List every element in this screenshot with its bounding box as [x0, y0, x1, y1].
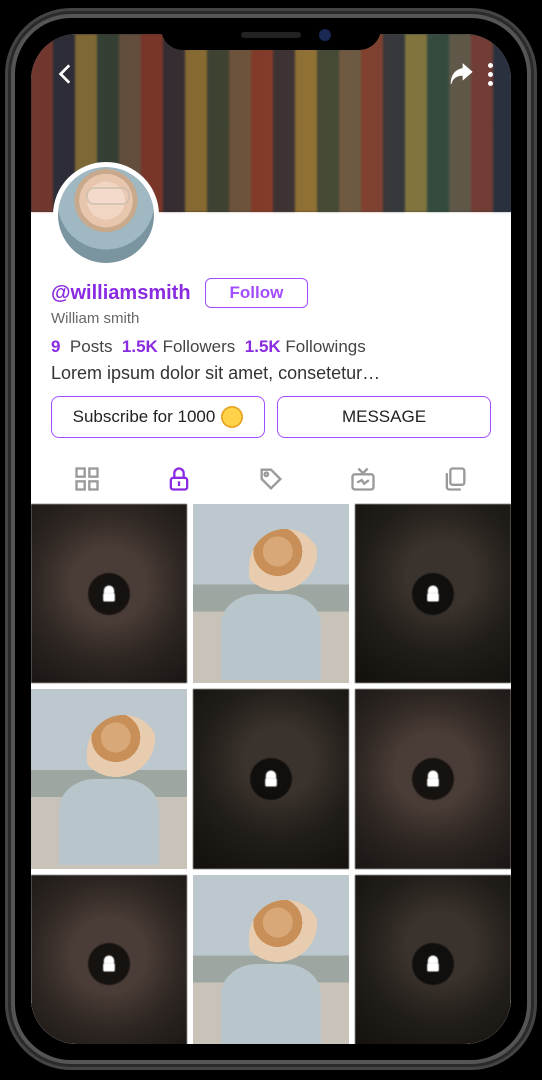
- lock-badge-icon: [412, 573, 454, 615]
- grid-locked-item[interactable]: [355, 689, 511, 868]
- subscribe-label: Subscribe for 1000: [73, 407, 216, 427]
- lock-badge-icon: [88, 943, 130, 985]
- grid-locked-item[interactable]: [193, 689, 349, 868]
- content-grid: [31, 504, 511, 1044]
- back-button[interactable]: [49, 57, 83, 91]
- followings-count: 1.5K: [245, 337, 281, 356]
- grid-photo[interactable]: [193, 504, 349, 683]
- subscribe-button[interactable]: Subscribe for 1000: [51, 396, 265, 438]
- grid-locked-item[interactable]: [31, 504, 187, 683]
- lock-badge-icon: [250, 758, 292, 800]
- profile-handle: @williamsmith: [51, 282, 191, 305]
- tab-tv[interactable]: [348, 464, 378, 494]
- follow-button[interactable]: Follow: [205, 278, 309, 308]
- posts-label: Posts: [70, 337, 113, 356]
- tab-grid[interactable]: [72, 464, 102, 494]
- message-label: MESSAGE: [342, 407, 426, 427]
- copy-icon: [441, 465, 469, 493]
- app-screen: @williamsmith Follow William smith 9 Pos…: [31, 34, 511, 1044]
- share-button[interactable]: [444, 57, 478, 91]
- grid-locked-item[interactable]: [355, 504, 511, 683]
- lock-badge-icon: [88, 573, 130, 615]
- top-bar: [31, 52, 511, 96]
- tag-icon: [257, 465, 285, 493]
- tab-locked[interactable]: [164, 464, 194, 494]
- content-tabs: [31, 450, 511, 504]
- grid-photo[interactable]: [31, 689, 187, 868]
- phone-frame: @williamsmith Follow William smith 9 Pos…: [11, 14, 531, 1064]
- lock-badge-icon: [412, 943, 454, 985]
- chevron-left-icon: [53, 61, 79, 87]
- tab-tag[interactable]: [256, 464, 286, 494]
- followings-label: Followings: [285, 337, 365, 356]
- profile-bio: Lorem ipsum dolor sit amet, consetetur…: [51, 363, 491, 384]
- lock-icon: [165, 465, 193, 493]
- grid-locked-item[interactable]: [355, 875, 511, 1044]
- more-menu-button[interactable]: [488, 63, 493, 86]
- more-vertical-icon: [488, 63, 493, 68]
- followers-count: 1.5K: [122, 337, 158, 356]
- grid-icon: [73, 465, 101, 493]
- tab-multi[interactable]: [440, 464, 470, 494]
- phone-notch: [161, 18, 381, 50]
- coin-icon: [221, 406, 243, 428]
- grid-photo[interactable]: [193, 875, 349, 1044]
- profile-display-name: William smith: [51, 310, 491, 327]
- profile-avatar[interactable]: [53, 162, 159, 268]
- grid-locked-item[interactable]: [31, 875, 187, 1044]
- profile-stats: 9 Posts 1.5K Followers 1.5K Followings: [51, 337, 491, 357]
- posts-count: 9: [51, 337, 60, 356]
- lock-badge-icon: [412, 758, 454, 800]
- message-button[interactable]: MESSAGE: [277, 396, 491, 438]
- share-icon: [448, 61, 474, 87]
- followers-label: Followers: [163, 337, 236, 356]
- tv-icon: [349, 465, 377, 493]
